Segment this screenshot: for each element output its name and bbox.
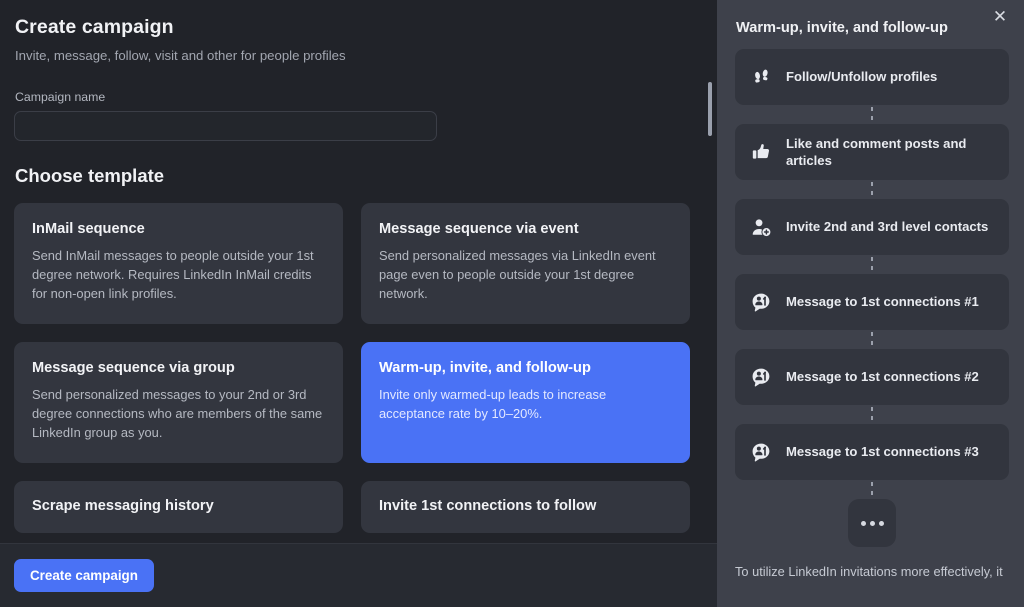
step-connector <box>735 480 1009 499</box>
page-title: Create campaign <box>15 16 174 38</box>
close-icon[interactable]: ✕ <box>987 3 1013 29</box>
preview-panel-title: Warm-up, invite, and follow-up <box>736 20 948 36</box>
template-card-title: InMail sequence <box>32 221 145 237</box>
template-card-description: Send personalized messages via LinkedIn … <box>379 248 656 301</box>
template-card-title: Scrape messaging history <box>32 498 214 514</box>
template-card-description: Send personalized messages to your 2nd o… <box>32 387 323 440</box>
template-card-message-sequence-via-event[interactable]: Message sequence via event Send personal… <box>361 203 690 324</box>
template-preview-panel: ✕ Warm-up, invite, and follow-up Follow/… <box>717 0 1024 607</box>
footsteps-icon <box>749 65 773 89</box>
template-list-scrollbar[interactable] <box>708 82 712 136</box>
template-card-invite-1st-connections-to-follow[interactable]: Invite 1st connections to follow <box>361 481 690 534</box>
preview-panel-note: To utilize LinkedIn invitations more eff… <box>735 564 1003 579</box>
template-card-scrape-messaging-history[interactable]: Scrape messaging history <box>14 481 343 534</box>
workflow-step-label: Message to 1st connections #2 <box>786 369 979 385</box>
step-connector <box>735 105 1009 124</box>
template-card-description: Invite only warmed-up leads to increase … <box>379 387 607 422</box>
step-connector <box>735 405 1009 424</box>
template-card-warm-up-invite-and-follow-up[interactable]: Warm-up, invite, and follow-up Invite on… <box>361 342 690 463</box>
workflow-step-label: Message to 1st connections #1 <box>786 294 979 310</box>
message-person-icon <box>749 365 773 389</box>
campaign-name-label: Campaign name <box>15 90 106 104</box>
person-add-icon <box>749 215 773 239</box>
workflow-step-message-1st-connections-3[interactable]: Message to 1st connections #3 <box>735 424 1009 480</box>
more-steps-button[interactable] <box>848 499 896 547</box>
workflow-step-message-1st-connections-2[interactable]: Message to 1st connections #2 <box>735 349 1009 405</box>
template-card-title: Invite 1st connections to follow <box>379 498 597 514</box>
step-connector <box>735 330 1009 349</box>
workflow-step-invite-2nd-3rd-contacts[interactable]: Invite 2nd and 3rd level contacts <box>735 199 1009 255</box>
template-card-title: Message sequence via group <box>32 360 235 376</box>
step-connector <box>735 180 1009 199</box>
campaign-form-panel: Create campaign Invite, message, follow,… <box>0 0 717 607</box>
ellipsis-dot <box>878 520 884 526</box>
workflow-step-label: Follow/Unfollow profiles <box>786 69 938 85</box>
thumbs-up-icon <box>749 140 773 164</box>
ellipsis-dot <box>860 520 866 526</box>
template-card-description: Send InMail messages to people outside y… <box>32 248 314 301</box>
message-person-icon <box>749 290 773 314</box>
choose-template-title: Choose template <box>15 165 165 186</box>
page-subtitle: Invite, message, follow, visit and other… <box>15 48 346 63</box>
form-footer-bar: Create campaign <box>0 543 717 607</box>
workflow-step-follow-unfollow-profiles[interactable]: Follow/Unfollow profiles <box>735 49 1009 105</box>
message-person-icon <box>749 440 773 464</box>
campaign-form-scroll-area[interactable]: Create campaign Invite, message, follow,… <box>0 0 717 543</box>
workflow-step-label: Invite 2nd and 3rd level contacts <box>786 219 989 235</box>
template-card-message-sequence-via-group[interactable]: Message sequence via group Send personal… <box>14 342 343 463</box>
workflow-step-label: Message to 1st connections #3 <box>786 444 979 460</box>
workflow-step-message-1st-connections-1[interactable]: Message to 1st connections #1 <box>735 274 1009 330</box>
create-campaign-button[interactable]: Create campaign <box>14 559 154 592</box>
create-campaign-screen: Create campaign Invite, message, follow,… <box>0 0 1024 607</box>
campaign-name-input[interactable] <box>14 111 437 141</box>
template-card-title: Message sequence via event <box>379 221 579 237</box>
template-card-grid: InMail sequence Send InMail messages to … <box>14 203 701 534</box>
workflow-step-label: Like and comment posts and articles <box>786 135 967 168</box>
template-card-title: Warm-up, invite, and follow-up <box>379 360 591 376</box>
workflow-step-list: Follow/Unfollow profiles Like and commen… <box>735 49 1009 547</box>
step-connector <box>735 255 1009 274</box>
ellipsis-dot <box>869 520 875 526</box>
workflow-step-like-and-comment[interactable]: Like and comment posts and articles <box>735 124 1009 180</box>
template-card-inmail-sequence[interactable]: InMail sequence Send InMail messages to … <box>14 203 343 324</box>
